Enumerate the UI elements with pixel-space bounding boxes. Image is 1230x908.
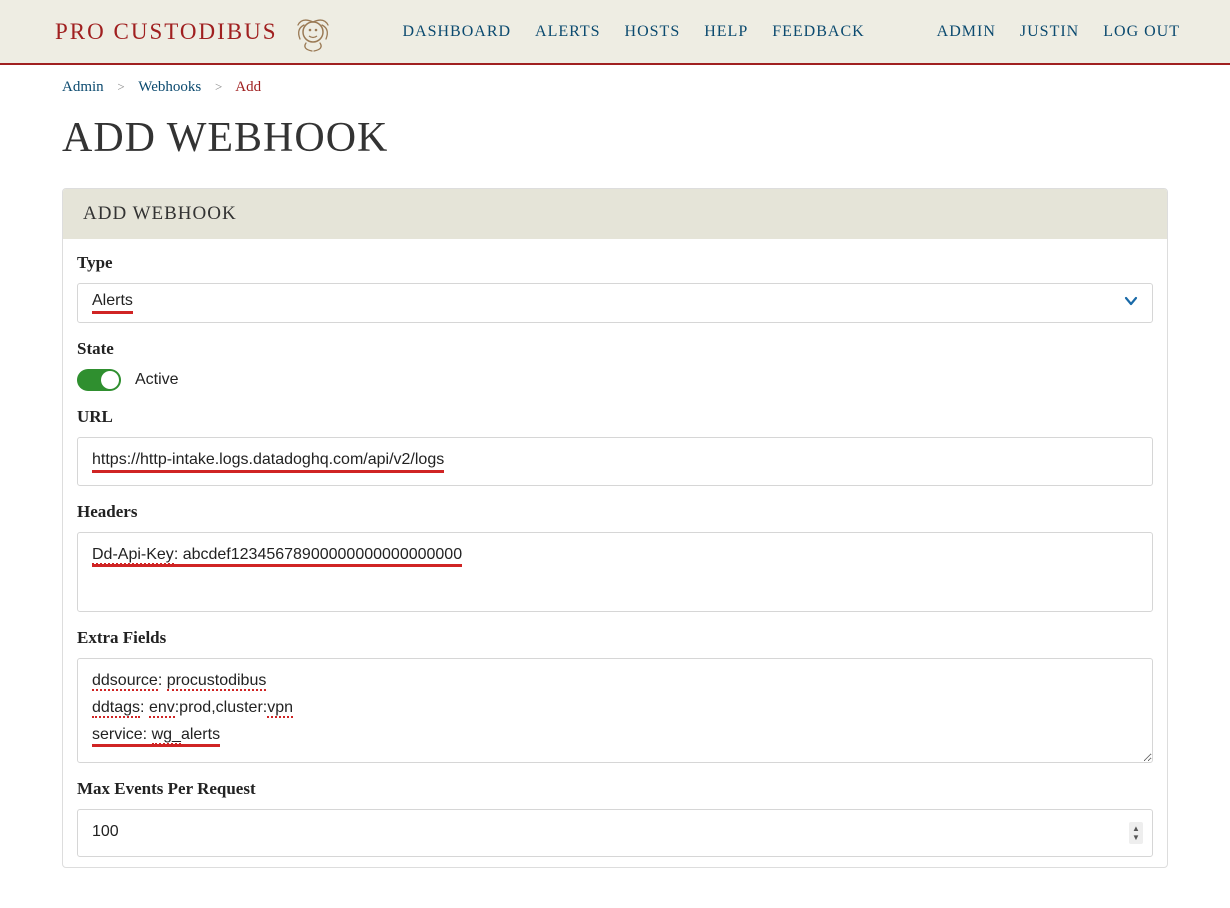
- breadcrumb-separator: >: [107, 79, 134, 94]
- top-nav: DASHBOARD ALERTS HOSTS HELP FEEDBACK ADM…: [402, 23, 1180, 41]
- headers-textarea[interactable]: Dd-Api-Key: abcdef1234567890000000000000…: [77, 532, 1153, 612]
- url-value: https://http-intake.logs.datadoghq.com/a…: [92, 451, 444, 473]
- type-label: Type: [77, 253, 1153, 273]
- url-label: URL: [77, 407, 1153, 427]
- headers-label: Headers: [77, 502, 1153, 522]
- breadcrumb-separator: >: [205, 79, 232, 94]
- breadcrumbs: Admin > Webhooks > Add: [62, 79, 1168, 96]
- nav-primary: DASHBOARD ALERTS HOSTS HELP FEEDBACK: [402, 23, 864, 41]
- nav-admin[interactable]: ADMIN: [937, 23, 996, 41]
- max-events-value: 100: [92, 823, 119, 840]
- field-extra: Extra Fields ddsource: procustodibus ddt…: [77, 628, 1153, 764]
- extra-label: Extra Fields: [77, 628, 1153, 648]
- nav-logout[interactable]: LOG OUT: [1103, 23, 1180, 41]
- number-spinner-icon[interactable]: ▲▼: [1129, 822, 1143, 844]
- add-webhook-panel: ADD WEBHOOK Type Alerts State: [62, 188, 1168, 868]
- field-state: State Active: [77, 339, 1153, 391]
- type-value: Alerts: [92, 292, 133, 314]
- nav-help[interactable]: HELP: [704, 23, 748, 41]
- max-events-label: Max Events Per Request: [77, 779, 1153, 799]
- state-toggle[interactable]: [77, 369, 121, 391]
- main-content: Admin > Webhooks > Add ADD WEBHOOK ADD W…: [0, 65, 1230, 908]
- field-type: Type Alerts: [77, 253, 1153, 323]
- type-select[interactable]: Alerts: [77, 283, 1153, 323]
- toggle-knob: [101, 371, 119, 389]
- medusa-logo-icon: [292, 11, 334, 53]
- nav-alerts[interactable]: ALERTS: [535, 23, 600, 41]
- nav-hosts[interactable]: HOSTS: [625, 23, 681, 41]
- field-headers: Headers Dd-Api-Key: abcdef12345678900000…: [77, 502, 1153, 612]
- panel-body: Type Alerts State Active: [63, 239, 1167, 867]
- state-label: State: [77, 339, 1153, 359]
- brand-text: PRO CUSTODIBUS: [55, 19, 278, 45]
- nav-feedback[interactable]: FEEDBACK: [772, 23, 864, 41]
- url-input[interactable]: https://http-intake.logs.datadoghq.com/a…: [77, 437, 1153, 486]
- nav-secondary: ADMIN JUSTIN LOG OUT: [937, 23, 1180, 41]
- state-status: Active: [135, 371, 179, 389]
- brand[interactable]: PRO CUSTODIBUS: [55, 11, 334, 53]
- max-events-input[interactable]: 100: [77, 809, 1153, 857]
- extra-textarea[interactable]: ddsource: procustodibus ddtags: env:prod…: [77, 658, 1153, 764]
- page-title: ADD WEBHOOK: [62, 114, 1168, 162]
- field-url: URL https://http-intake.logs.datadoghq.c…: [77, 407, 1153, 486]
- chevron-down-icon: [1124, 294, 1138, 313]
- top-header: PRO CUSTODIBUS DASHBOARD ALERTS HOSTS HE…: [0, 0, 1230, 65]
- breadcrumb-webhooks[interactable]: Webhooks: [138, 79, 201, 95]
- panel-header: ADD WEBHOOK: [63, 189, 1167, 239]
- breadcrumb-admin[interactable]: Admin: [62, 79, 104, 95]
- nav-dashboard[interactable]: DASHBOARD: [402, 23, 511, 41]
- breadcrumb-current: Add: [235, 79, 261, 95]
- field-max-events: Max Events Per Request 100 ▲▼: [77, 779, 1153, 857]
- nav-user[interactable]: JUSTIN: [1020, 23, 1079, 41]
